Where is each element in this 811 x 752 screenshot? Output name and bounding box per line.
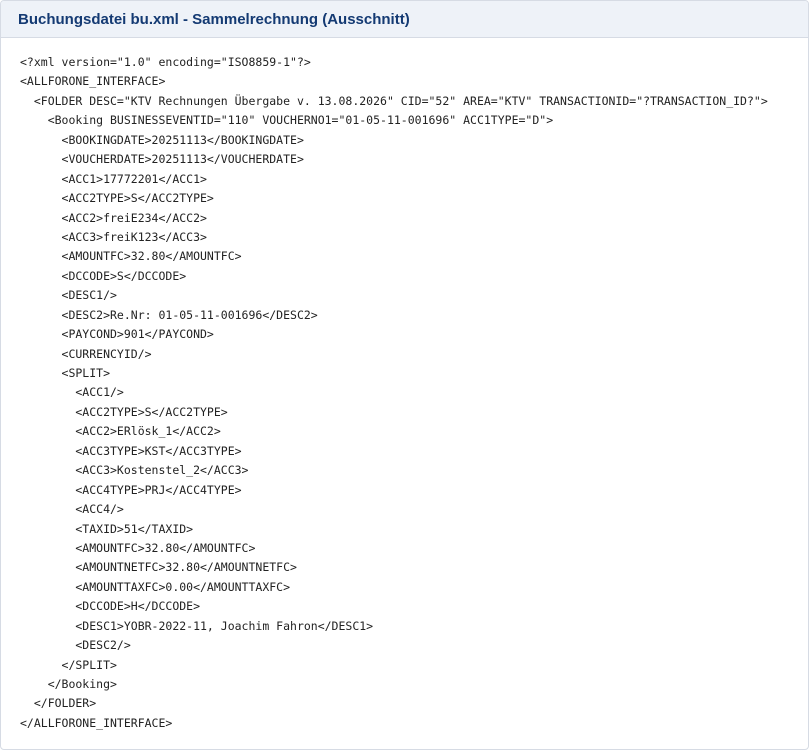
code-line: <AMOUNTFC>32.80</AMOUNTFC>: [20, 249, 242, 264]
code-line: <AMOUNTTAXFC>0.00</AMOUNTTAXFC>: [20, 579, 291, 594]
code-line: <ALLFORONE_INTERFACE>: [20, 74, 166, 89]
code-line: <DESC1>YOBR-2022-11, Joachim Fahron</DES…: [20, 618, 374, 633]
code-line: <DCCODE>H</DCCODE>: [20, 599, 201, 614]
code-line: <DCCODE>S</DCCODE>: [20, 268, 187, 283]
code-line: <TAXID>51</TAXID>: [20, 521, 194, 536]
code-line: <FOLDER DESC="KTV Rechnungen Übergabe v.…: [20, 93, 768, 108]
code-line: <ACC1/>: [20, 385, 124, 400]
code-line: <VOUCHERDATE>20251113</VOUCHERDATE>: [20, 152, 304, 167]
code-line: <DESC2>Re.Nr: 01-05-11-001696</DESC2>: [20, 307, 318, 322]
code-line: <AMOUNTNETFC>32.80</AMOUNTNETFC>: [20, 560, 297, 575]
code-line: <DESC1/>: [20, 288, 117, 303]
code-line: <ACC3>freiK123</ACC3>: [20, 229, 207, 244]
panel-header: Buchungsdatei bu.xml - Sammelrechnung (A…: [1, 1, 808, 38]
code-line: <DESC2/>: [20, 638, 131, 653]
code-line: <BOOKINGDATE>20251113</BOOKINGDATE>: [20, 132, 304, 147]
code-line: <ACC4TYPE>PRJ</ACC4TYPE>: [20, 482, 242, 497]
code-line: <PAYCOND>901</PAYCOND>: [20, 327, 214, 342]
code-line: <ACC1>17772201</ACC1>: [20, 171, 207, 186]
code-line: </SPLIT>: [20, 657, 117, 672]
code-line: <Booking BUSINESSEVENTID="110" VOUCHERNO…: [20, 113, 554, 128]
code-line: <SPLIT>: [20, 366, 111, 380]
code-line: <CURRENCYID/>: [20, 346, 152, 361]
code-line: <ACC2TYPE>S</ACC2TYPE>: [20, 404, 228, 419]
code-line: <ACC4/>: [20, 502, 124, 517]
code-line: <ACC2>freiE234</ACC2>: [20, 210, 207, 225]
code-line: <ACC2TYPE>S</ACC2TYPE>: [20, 191, 214, 206]
code-line: <AMOUNTFC>32.80</AMOUNTFC>: [20, 540, 256, 555]
code-line: <ACC3TYPE>KST</ACC3TYPE>: [20, 443, 242, 458]
code-line: </ALLFORONE_INTERFACE>: [20, 715, 173, 730]
code-line: </FOLDER>: [20, 696, 97, 711]
code-panel: Buchungsdatei bu.xml - Sammelrechnung (A…: [0, 0, 809, 750]
code-line: </Booking>: [20, 677, 117, 691]
code-line: <ACC2>ERlösk_1</ACC2>: [20, 424, 221, 439]
code-line: <ACC3>Kostenstel_2</ACC3>: [20, 463, 249, 478]
code-line: <?xml version="1.0" encoding="ISO8859-1"…: [20, 55, 311, 69]
xml-code-block: <?xml version="1.0" encoding="ISO8859-1"…: [1, 53, 768, 733]
panel-title: Buchungsdatei bu.xml - Sammelrechnung (A…: [18, 10, 410, 28]
